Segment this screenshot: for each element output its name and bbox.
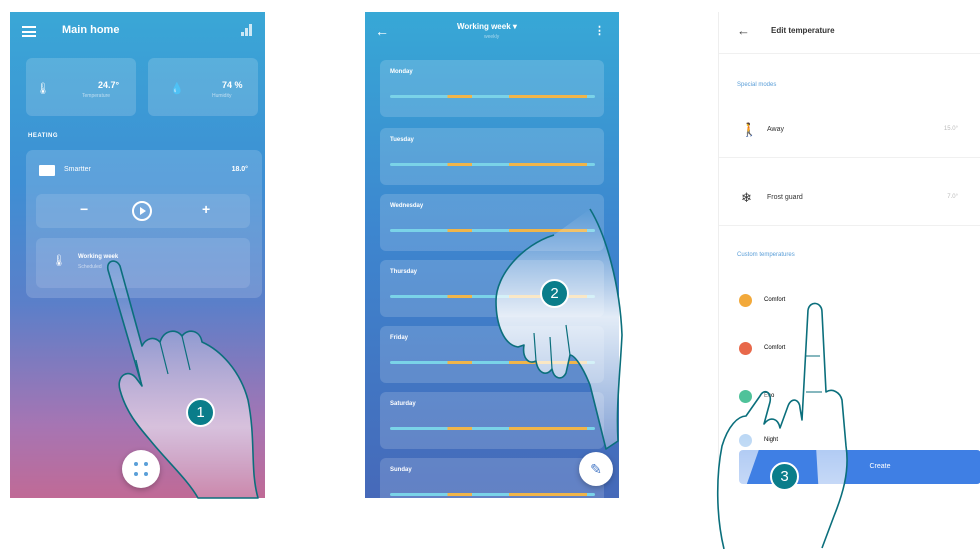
special-mode-away[interactable]: 🚶 Away 15.0° [719,104,980,158]
day-schedule-bar [390,95,595,98]
away-icon: 🚶 [741,122,758,137]
zone-temperature: 18.0° [231,166,248,173]
humidity-tile[interactable]: 💧 74 % Humidity [148,58,258,116]
day-card[interactable]: Tuesday [380,128,604,185]
pencil-icon[interactable]: ✎ [579,452,613,486]
page-title: Main home [62,24,120,36]
hand-tap-icon [106,260,259,499]
signal-icon [241,24,253,36]
thermometer-icon: 🌡 [52,255,66,267]
day-card[interactable]: Monday [380,60,604,117]
app-header: ← Working week ▾ weekly ⋮ [365,12,619,54]
decrease-button[interactable]: − [80,201,88,217]
special-mode-frost-guard[interactable]: ❄ Frost guard 7.0° [719,172,980,226]
app-header: ← Edit temperature [719,12,980,54]
special-mode-value: 15.0° [943,126,958,132]
more-icon[interactable]: ⋮ [594,24,605,37]
page-title: Edit temperature [771,26,835,35]
temperature-label: Temperature [82,93,111,99]
play-icon[interactable] [132,201,152,221]
program-subtitle: weekly [484,34,500,40]
program-title-dropdown[interactable]: Working week ▾ [457,22,517,31]
day-schedule-bar [390,163,595,166]
step-badge-2: 2 [540,279,569,308]
special-mode-label: Away [767,126,784,133]
zone-icon [39,165,55,176]
humidity-label: Humidity [212,93,232,99]
menu-icon[interactable] [22,26,36,37]
day-schedule-bar [390,493,595,496]
day-label: Tuesday [390,137,414,143]
hand-tap-icon [716,302,848,549]
humidity-value: 74 % [222,80,243,90]
day-label: Sunday [390,467,412,473]
section-custom-temperatures: Custom temperatures [737,252,795,258]
day-label: Thursday [390,269,418,275]
special-mode-label: Frost guard [767,194,803,201]
increase-button[interactable]: + [202,201,210,217]
control-row: − + [36,194,250,228]
hand-tap-icon [495,208,623,450]
temperature-tile[interactable]: 🌡 24.7° Temperature [26,58,136,116]
day-card[interactable]: Sunday [380,458,604,498]
step-badge-3: 3 [770,462,799,491]
thermometer-icon: 🌡 [36,83,50,95]
back-arrow-icon[interactable]: ← [375,23,389,39]
snowflake-icon: ❄ [741,190,752,205]
zone-name: Smartter [64,166,91,173]
special-mode-value: 7.0° [947,194,958,200]
step-badge-1: 1 [186,398,215,427]
drop-icon: 💧 [170,83,184,95]
day-label: Friday [390,335,409,341]
section-special-modes: Special modes [737,82,777,88]
create-button-label: Create [869,463,891,470]
back-arrow-icon[interactable]: ← [737,23,750,38]
temperature-value: 24.7° [98,80,120,90]
section-heating: HEATING [28,133,59,139]
day-label: Monday [390,69,413,75]
day-label: Wednesday [390,203,424,209]
day-label: Saturday [390,401,416,407]
app-header: Main home [10,12,265,52]
